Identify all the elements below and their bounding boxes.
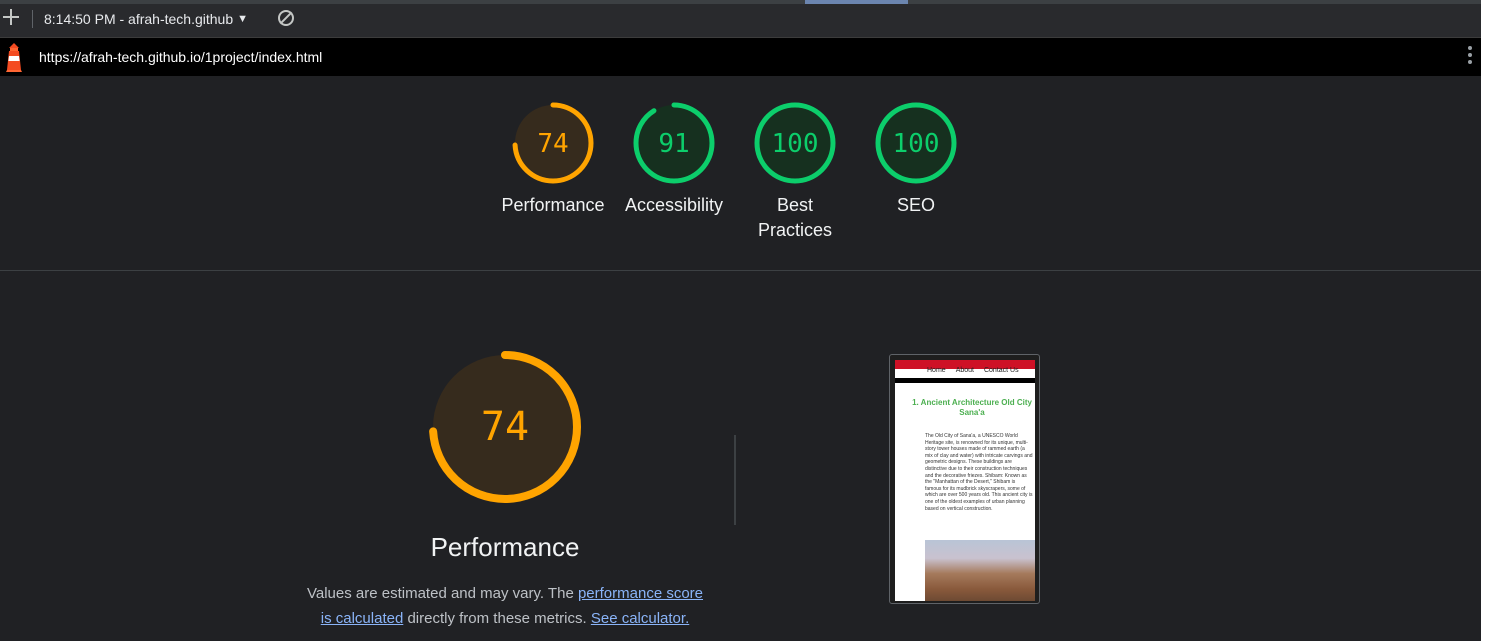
accessibility-score: 91 (658, 129, 689, 159)
more-options-icon[interactable] (1467, 46, 1473, 68)
thumb-nav-contact: Contact Us (983, 367, 1019, 374)
accessibility-label: Accessibility (624, 195, 724, 215)
performance-large-score: 74 (481, 404, 529, 450)
performance-large-gauge: 74 (429, 351, 581, 503)
thumb-nav: Home About Contact Us (927, 367, 1019, 374)
category-gauges: 74 Performance 91 Accessibility 100 Best… (0, 76, 1481, 271)
section-divider (734, 435, 736, 525)
best-practices-score: 100 (772, 129, 819, 159)
devtools-toolbar: 8:14:50 PM - afrah-tech.github ▼ (0, 0, 1481, 38)
active-tab-indicator (805, 0, 908, 4)
performance-score: 74 (537, 129, 568, 159)
tab-strip-line (0, 0, 1481, 4)
accessibility-gauge-ring: 91 (633, 102, 715, 184)
best-practices-label-line1: Best (776, 195, 814, 215)
report-url[interactable]: https://afrah-tech.github.io/1project/in… (39, 49, 322, 65)
gauge-seo[interactable]: 100 SEO (860, 101, 972, 218)
thumb-nav-home: Home (927, 367, 946, 374)
performance-label: Performance (501, 195, 605, 215)
thumb-heading: 1. Ancient Architecture Old City Sana'a (912, 398, 1032, 417)
seo-label: SEO (896, 195, 935, 215)
thumb-city-image (925, 540, 1035, 601)
best-practices-gauge-ring: 100 (754, 102, 836, 184)
desc-prefix: Values are estimated and may vary. The (306, 585, 578, 602)
toolbar-divider (32, 10, 33, 28)
gauge-performance[interactable]: 74 Performance (497, 101, 609, 218)
best-practices-label: Best Practices (739, 193, 851, 243)
final-screenshot[interactable]: Home About Contact Us 1. Ancient Archite… (889, 354, 1040, 604)
performance-heading: Performance (430, 532, 580, 562)
flag-black-band (895, 378, 1035, 383)
thumb-nav-about: About (955, 367, 974, 374)
new-report-plus-icon[interactable] (2, 8, 20, 26)
seo-score: 100 (893, 129, 940, 159)
performance-gauge-ring: 74 (512, 102, 594, 184)
gauge-accessibility[interactable]: 91 Accessibility (618, 101, 730, 218)
lighthouse-logo-icon (6, 43, 22, 72)
desc-middle: directly from these metrics. (403, 610, 591, 627)
clear-block-icon[interactable] (278, 10, 294, 26)
best-practices-label-line2: Practices (757, 220, 833, 240)
report-url-bar: https://afrah-tech.github.io/1project/in… (0, 38, 1481, 76)
report-select-dropdown[interactable]: 8:14:50 PM - afrah-tech.github ▼ (44, 11, 248, 27)
gauge-best-practices[interactable]: 100 Best Practices (739, 101, 851, 243)
see-calculator-link[interactable]: See calculator. (591, 610, 689, 627)
report-select-label: 8:14:50 PM - afrah-tech.github (44, 11, 234, 27)
screenshot-page: Home About Contact Us 1. Ancient Archite… (895, 360, 1035, 601)
caret-down-icon: ▼ (237, 13, 248, 25)
seo-gauge-ring: 100 (875, 102, 957, 184)
thumb-paragraph: The Old City of Sana'a, a UNESCO World H… (925, 433, 1033, 512)
performance-description: Values are estimated and may vary. The p… (300, 581, 710, 631)
scrollbar[interactable] (1481, 0, 1489, 641)
